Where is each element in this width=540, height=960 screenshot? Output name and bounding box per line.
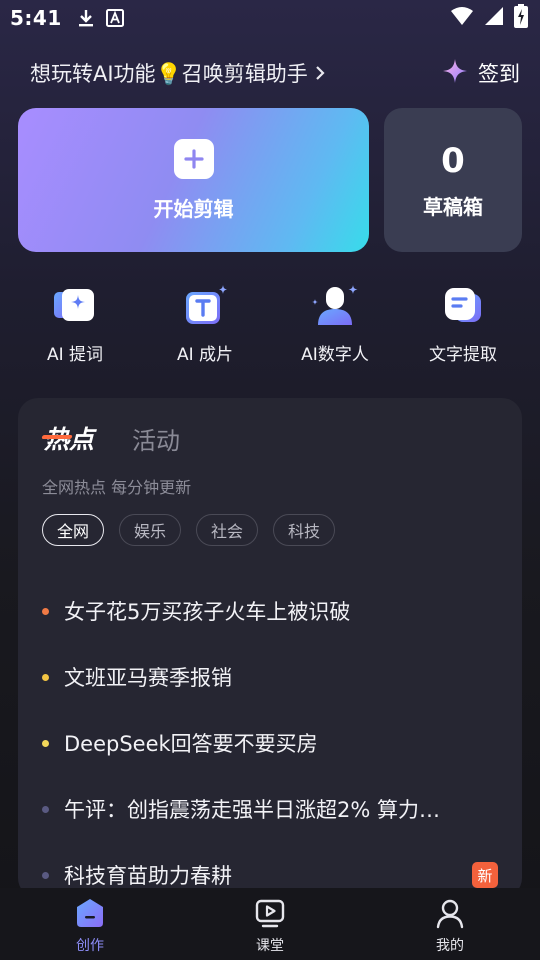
chip-tech[interactable]: 科技	[273, 514, 336, 546]
tool-ai-avatar[interactable]: AI数字人	[275, 280, 395, 365]
nav-label: 创作	[76, 938, 104, 954]
tool-ai-film[interactable]: AI 成片	[145, 280, 265, 365]
list-item[interactable]: 女子花5万买孩子火车上被识破	[42, 578, 502, 644]
rank-dot	[42, 805, 49, 813]
nav-label: 课堂	[256, 938, 284, 954]
promo-text: 想玩转AI功能💡召唤剪辑助手	[30, 62, 308, 86]
battery-charging-icon	[514, 3, 528, 33]
list-item[interactable]: 午评：创指震荡走强半日涨超2% 算力硬件股集体爆发	[42, 776, 502, 842]
hot-topics-panel: 热点 活动 全网热点 每分钟更新 全网 娱乐 社会 科技 女子花5万买孩子火车上…	[18, 398, 522, 898]
tab-hot-label: 热点	[44, 425, 95, 454]
bottom-nav: 创作 课堂 我的	[0, 888, 540, 960]
hot-item-text: DeepSeek回答要不要买房	[64, 732, 318, 756]
list-item[interactable]: DeepSeek回答要不要买房	[42, 710, 502, 776]
tools-row: AI 提词 AI 成片 AI数字人 文字提取	[0, 280, 540, 370]
ai-prompter-icon	[47, 280, 103, 330]
list-item[interactable]: 文班亚马赛季报销	[42, 644, 502, 710]
rank-dot	[42, 607, 49, 615]
status-bar: 5:41	[0, 0, 540, 36]
wifi-icon	[450, 6, 474, 31]
drafts-label: 草稿箱	[423, 194, 483, 219]
hot-item-text: 科技育苗助力春耕	[64, 864, 232, 888]
hot-tab-accent	[41, 435, 73, 439]
hot-item-text: 女子花5万买孩子火车上被识破	[64, 600, 351, 624]
signin-button[interactable]: 签到	[442, 58, 520, 89]
nav-classroom[interactable]: 课堂	[180, 888, 360, 960]
assistant-promo-link[interactable]: 想玩转AI功能💡召唤剪辑助手	[30, 58, 326, 88]
category-chips: 全网 娱乐 社会 科技	[42, 514, 336, 546]
signin-label: 签到	[478, 62, 520, 86]
hot-item-text: 文班亚马赛季报销	[64, 666, 232, 690]
tool-label: 文字提取	[429, 345, 497, 365]
text-extract-icon	[435, 280, 491, 330]
chip-all[interactable]: 全网	[42, 514, 105, 546]
start-editing-label: 开始剪辑	[153, 196, 234, 221]
hot-item-text: 午评：创指震荡走强半日涨超2% 算力硬件股集体爆发	[64, 798, 444, 822]
create-icon	[73, 896, 107, 930]
panel-subtitle: 全网热点 每分钟更新	[42, 478, 192, 497]
rank-dot	[42, 871, 49, 879]
ai-avatar-icon	[307, 280, 363, 330]
classroom-icon	[253, 896, 287, 930]
ai-film-icon	[177, 280, 233, 330]
download-icon	[76, 8, 96, 28]
chip-entertainment[interactable]: 娱乐	[119, 514, 182, 546]
profile-icon	[433, 896, 467, 930]
tool-text-extract[interactable]: 文字提取	[403, 280, 523, 365]
drafts-count: 0	[441, 140, 465, 181]
font-a-icon	[105, 9, 124, 27]
nav-create[interactable]: 创作	[0, 888, 180, 960]
hot-list: 女子花5万买孩子火车上被识破 文班亚马赛季报销 DeepSeek回答要不要买房 …	[42, 578, 502, 908]
signal-icon	[484, 6, 504, 31]
rank-dot	[42, 739, 49, 747]
tool-label: AI 成片	[176, 345, 234, 365]
plus-icon	[173, 138, 214, 179]
status-time: 5:41	[10, 6, 62, 30]
promo-row: 想玩转AI功能💡召唤剪辑助手 签到	[30, 54, 520, 92]
drafts-card[interactable]: 0 草稿箱	[384, 108, 522, 252]
rank-dot	[42, 673, 49, 681]
tab-hot[interactable]: 热点	[41, 420, 95, 456]
tool-label: AI数字人	[301, 345, 369, 365]
new-badge: 新	[472, 862, 498, 888]
nav-label: 我的	[436, 938, 464, 954]
tool-label: AI 提词	[46, 345, 104, 365]
sparkle-icon	[442, 58, 468, 89]
chip-society[interactable]: 社会	[196, 514, 259, 546]
tab-activity[interactable]: 活动	[132, 421, 180, 456]
start-editing-card[interactable]: 开始剪辑	[18, 108, 369, 252]
panel-tabs: 热点 活动	[41, 420, 180, 456]
nav-profile[interactable]: 我的	[360, 888, 540, 960]
chevron-right-icon	[314, 65, 326, 81]
tool-ai-prompter[interactable]: AI 提词	[15, 280, 135, 365]
